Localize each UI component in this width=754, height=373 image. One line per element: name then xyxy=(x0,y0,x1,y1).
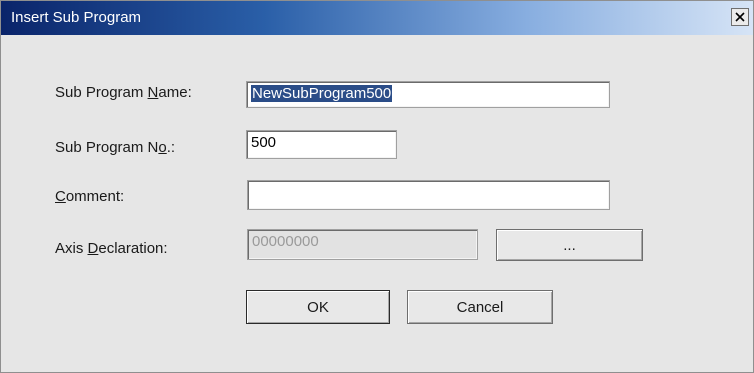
comment-label: Comment: xyxy=(55,188,125,205)
window-title: Insert Sub Program xyxy=(11,9,142,26)
close-icon xyxy=(735,12,745,22)
comment-input[interactable] xyxy=(247,180,610,210)
sub-program-no-label: Sub Program No.: xyxy=(55,139,176,156)
sub-program-name-label: Sub Program Name: xyxy=(55,84,192,101)
axis-declaration-input: 00000000 xyxy=(247,229,478,260)
sub-program-no-input[interactable]: 500 xyxy=(246,130,397,159)
cancel-button[interactable]: Cancel xyxy=(407,290,553,324)
title-bar: Insert Sub Program xyxy=(1,1,753,35)
ok-button[interactable]: OK xyxy=(246,290,390,324)
insert-sub-program-dialog: Insert Sub Program Sub Program Name: New… xyxy=(0,0,754,373)
selected-text: NewSubProgram500 xyxy=(251,85,393,102)
axis-browse-button[interactable]: ... xyxy=(496,229,643,261)
close-button[interactable] xyxy=(731,8,749,26)
sub-program-name-input[interactable]: NewSubProgram500 xyxy=(246,81,610,108)
axis-declaration-label: Axis Declaration: xyxy=(55,240,168,257)
